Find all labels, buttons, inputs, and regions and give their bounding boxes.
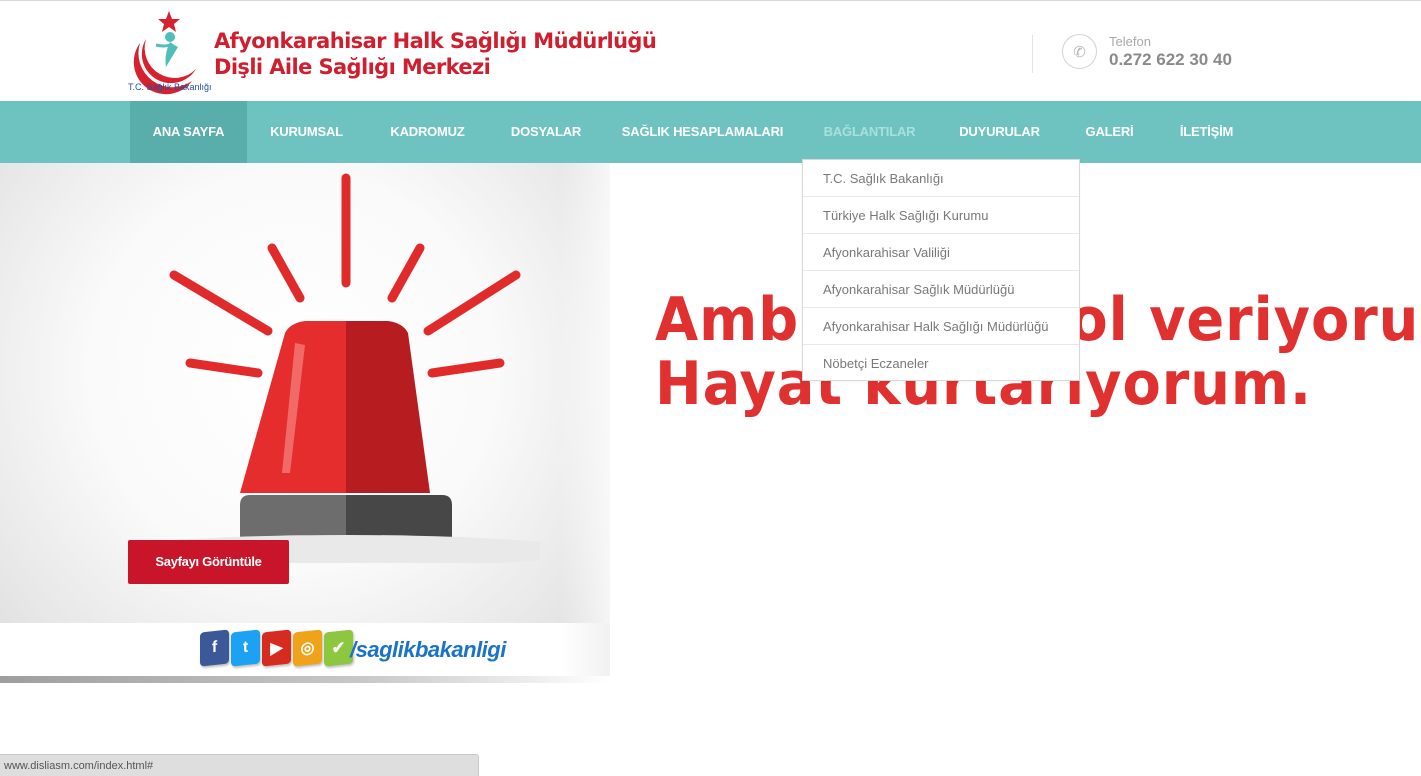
dropdown-item-halk-sagligi-mudurlugu[interactable]: Afyonkarahisar Halk Sağlığı Müdürlüğü xyxy=(803,308,1079,345)
nav-item-kurumsal[interactable]: KURUMSAL xyxy=(255,101,358,163)
twitter-icon[interactable]: t xyxy=(231,629,260,667)
dropdown-item-valilik[interactable]: Afyonkarahisar Valiliği xyxy=(803,234,1079,271)
header-divider xyxy=(1032,35,1033,73)
nav-item-duyurular[interactable]: DUYURULAR xyxy=(945,101,1054,163)
browser-status-bar: www.disliasm.com/index.html# xyxy=(0,754,479,776)
nav-item-ana-sayfa[interactable]: ANA SAYFA xyxy=(130,101,247,163)
nav-item-galeri[interactable]: GALERİ xyxy=(1071,101,1148,163)
nav-item-baglantilar[interactable]: BAĞLANTILAR xyxy=(810,101,929,163)
youtube-icon[interactable]: ▶ xyxy=(262,629,291,667)
check-icon[interactable]: ✔ xyxy=(324,629,353,667)
hero-slider: Ambulansa yol veriyorum, Hayat kurtarıyo… xyxy=(0,163,1421,683)
dropdown-item-nobetci-eczaneler[interactable]: Nöbetçi Eczaneler xyxy=(803,345,1079,382)
social-handle[interactable]: /saglikbakanligi xyxy=(350,637,506,663)
page: T.C. Sağlık Bakanlığı Afyonkarahisar Hal… xyxy=(0,0,1421,776)
org-title-line1: Afyonkarahisar Halk Sağlığı Müdürlüğü xyxy=(214,29,657,53)
hero-fade xyxy=(560,163,630,623)
phone-label: Telefon xyxy=(1109,34,1151,49)
site-logo[interactable]: T.C. Sağlık Bakanlığı Afyonkarahisar Hal… xyxy=(126,9,657,97)
baglantilar-dropdown: T.C. Sağlık Bakanlığı Türkiye Halk Sağlı… xyxy=(802,159,1080,381)
dropdown-item-halk-sagligi-kurumu[interactable]: Türkiye Halk Sağlığı Kurumu xyxy=(803,197,1079,234)
phone-icon: ✆ xyxy=(1062,34,1097,69)
dropdown-item-saglik-bakanligi[interactable]: T.C. Sağlık Bakanlığı xyxy=(803,160,1079,197)
nav-item-dosyalar[interactable]: DOSYALAR xyxy=(497,101,595,163)
phone-number: 0.272 622 30 40 xyxy=(1109,50,1232,69)
siren-illustration xyxy=(160,173,540,563)
ministry-label: T.C. Sağlık Bakanlığı xyxy=(128,82,212,92)
facebook-icon[interactable]: f xyxy=(200,629,229,667)
site-header: T.C. Sağlık Bakanlığı Afyonkarahisar Hal… xyxy=(0,1,1421,101)
social-strip-shadow xyxy=(0,676,610,683)
org-title-line2: Dişli Aile Sağlığı Merkezi xyxy=(214,55,491,79)
view-page-button[interactable]: Sayfayı Görüntüle xyxy=(128,540,289,584)
nav-item-iletisim[interactable]: İLETİŞİM xyxy=(1164,101,1249,163)
social-icons: f t ▶ ◎ ✔ xyxy=(200,629,353,671)
main-navigation: ANA SAYFA KURUMSAL KADROMUZ DOSYALAR SAĞ… xyxy=(0,101,1421,163)
nav-item-kadromuz[interactable]: KADROMUZ xyxy=(375,101,480,163)
instagram-icon[interactable]: ◎ xyxy=(293,629,322,667)
nav-item-saglik-hesaplamalari[interactable]: SAĞLIK HESAPLAMALARI xyxy=(612,101,793,163)
dropdown-item-saglik-mudurlugu[interactable]: Afyonkarahisar Sağlık Müdürlüğü xyxy=(803,271,1079,308)
